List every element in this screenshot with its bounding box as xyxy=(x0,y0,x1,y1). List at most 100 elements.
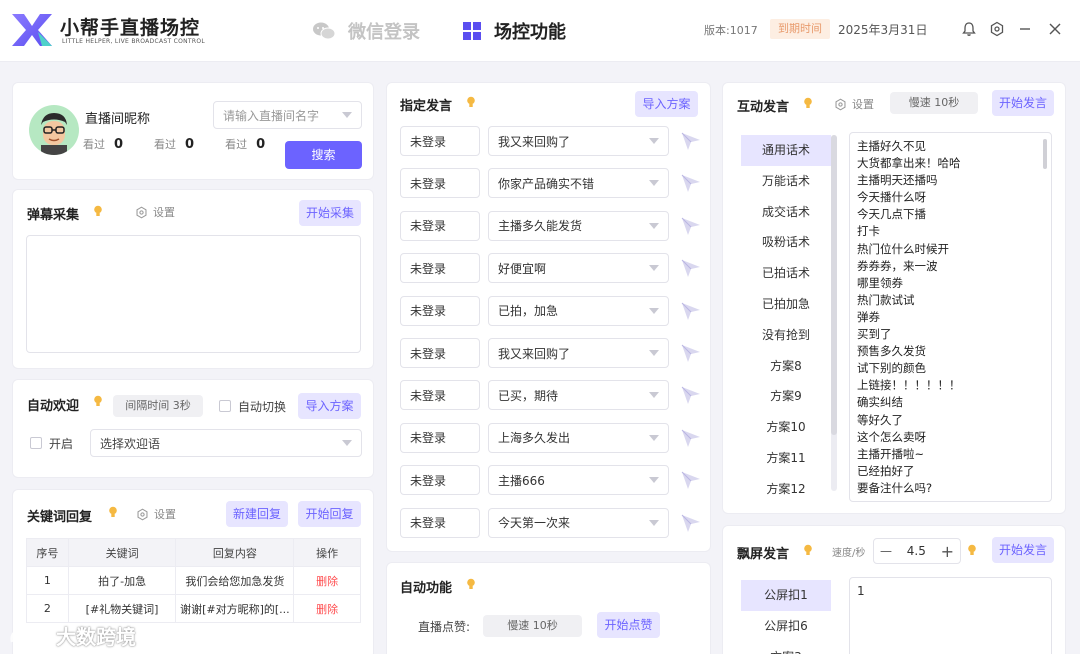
phrase-item[interactable]: 这个怎么卖呀 xyxy=(857,429,961,446)
message-select[interactable]: 今天第一次来 xyxy=(488,507,669,538)
login-status-field[interactable]: 未登录 xyxy=(400,295,480,326)
login-status-field[interactable]: 未登录 xyxy=(400,465,480,496)
start-collect-button[interactable]: 开始采集 xyxy=(299,200,361,226)
send-icon[interactable] xyxy=(680,301,702,321)
table-row[interactable]: 1 拍了-加急 我们会给您加急发货 删除 xyxy=(26,566,361,595)
phrase-item[interactable]: 打卡 xyxy=(857,223,961,240)
phrase-item[interactable]: 热门款试试 xyxy=(857,292,961,309)
delete-link[interactable]: 删除 xyxy=(293,594,361,623)
room-name-input[interactable]: 请输入直播间名字 xyxy=(213,101,362,129)
category-item[interactable]: 方案11 xyxy=(741,443,831,474)
message-select[interactable]: 主播666 xyxy=(488,465,669,496)
category-item[interactable]: 方案8 xyxy=(741,351,831,382)
scrollbar-thumb[interactable] xyxy=(831,135,837,435)
phrase-item[interactable]: 弹券 xyxy=(857,309,961,326)
minus-icon[interactable]: — xyxy=(880,544,892,558)
login-status-field[interactable]: 未登录 xyxy=(400,380,480,411)
phrase-item[interactable]: 确实纠结 xyxy=(857,394,961,411)
interactive-settings[interactable]: 设置 xyxy=(834,96,874,112)
bell-icon[interactable] xyxy=(960,20,978,38)
phrase-item[interactable]: 等好久了 xyxy=(857,412,961,429)
send-icon[interactable] xyxy=(680,343,702,363)
send-icon[interactable] xyxy=(680,258,702,278)
send-icon[interactable] xyxy=(680,385,702,405)
phrase-item[interactable]: 试下别的颜色 xyxy=(857,360,961,377)
message-select[interactable]: 已买，期待 xyxy=(488,380,669,411)
login-status-field[interactable]: 未登录 xyxy=(400,253,480,284)
login-status-field[interactable]: 未登录 xyxy=(400,338,480,368)
message-select[interactable]: 我又来回购了 xyxy=(488,338,669,368)
login-status-field[interactable]: 未登录 xyxy=(400,507,480,538)
send-icon[interactable] xyxy=(680,513,702,533)
welcome-select[interactable]: 选择欢迎语 xyxy=(90,429,362,457)
search-button[interactable]: 搜索 xyxy=(285,141,362,169)
phrase-item[interactable]: 主播好久不见 xyxy=(857,138,961,155)
phrase-item[interactable]: 券券券，来一波 xyxy=(857,258,961,275)
message-select[interactable]: 我又来回购了 xyxy=(488,126,669,156)
login-status-field[interactable]: 未登录 xyxy=(400,126,480,156)
category-item[interactable]: 通用话术 xyxy=(741,135,831,166)
screen-category-item[interactable]: 公屏扣6 xyxy=(741,611,831,642)
tab-wechat-login[interactable]: 微信登录 xyxy=(312,18,420,44)
category-item[interactable]: 方案9 xyxy=(741,381,831,412)
designated-import-button[interactable]: 导入方案 xyxy=(635,91,698,117)
keyword-settings[interactable]: 设置 xyxy=(136,506,176,522)
phrase-item[interactable]: 主播明天还播吗 xyxy=(857,172,961,189)
interactive-start-button[interactable]: 开始发言 xyxy=(992,90,1054,116)
message-select[interactable]: 已拍，加急 xyxy=(488,295,669,326)
send-icon[interactable] xyxy=(680,428,702,448)
phrase-item[interactable]: 主播开播啦~ xyxy=(857,446,961,463)
category-item[interactable]: 方案10 xyxy=(741,412,831,443)
phrase-item[interactable]: 哪里领券 xyxy=(857,275,961,292)
login-status-field[interactable]: 未登录 xyxy=(400,168,480,199)
welcome-interval[interactable]: 间隔时间 3秒 xyxy=(113,395,203,417)
enable-checkbox[interactable] xyxy=(30,437,42,449)
tab-control[interactable]: 场控功能 xyxy=(462,18,566,44)
category-item[interactable]: 已拍话术 xyxy=(741,258,831,289)
screen-start-button[interactable]: 开始发言 xyxy=(992,537,1054,563)
screen-category-item[interactable]: 公屏扣1 xyxy=(741,580,831,611)
phrase-item[interactable]: 今天几点下播 xyxy=(857,206,961,223)
message-select[interactable]: 你家产品确实不错 xyxy=(488,168,669,199)
minimize-icon[interactable] xyxy=(1016,20,1034,38)
category-item[interactable]: 万能话术 xyxy=(741,166,831,197)
phrase-item[interactable]: 大货都拿出来！哈哈 xyxy=(857,155,961,172)
danmu-settings[interactable]: 设置 xyxy=(135,204,175,220)
settings-icon[interactable] xyxy=(988,20,1006,38)
import-plan-button[interactable]: 导入方案 xyxy=(298,393,361,419)
start-like-button[interactable]: 开始点赞 xyxy=(597,612,660,638)
category-item[interactable]: 成交话术 xyxy=(741,197,831,228)
send-icon[interactable] xyxy=(680,131,702,151)
close-icon[interactable] xyxy=(1046,20,1064,38)
screen-content-box[interactable]: 1 xyxy=(849,577,1052,654)
auto-switch-checkbox[interactable] xyxy=(219,400,231,412)
message-select[interactable]: 主播多久能发货 xyxy=(488,210,669,241)
speed-stepper[interactable]: — 4.5 + xyxy=(873,538,961,564)
send-icon[interactable] xyxy=(680,173,702,193)
new-reply-button[interactable]: 新建回复 xyxy=(226,501,288,527)
phrase-item[interactable]: 买到了 xyxy=(857,326,961,343)
start-reply-button[interactable]: 开始回复 xyxy=(298,501,361,527)
phrase-box[interactable]: 主播好久不见 大货都拿出来！哈哈 主播明天还播吗 今天播什么呀 今天几点下播 打卡 热门位什… xyxy=(849,132,1052,502)
phrase-item[interactable]: 要备注什么吗? xyxy=(857,480,961,497)
message-select[interactable]: 好便宜啊 xyxy=(488,253,669,284)
phrase-item[interactable]: 上链接！！！！！！ xyxy=(857,377,961,394)
category-item[interactable]: 吸粉话术 xyxy=(741,227,831,258)
send-icon[interactable] xyxy=(680,216,702,236)
category-item[interactable]: 方案12 xyxy=(741,474,831,505)
danmu-area[interactable] xyxy=(26,235,361,353)
delete-link[interactable]: 删除 xyxy=(293,566,361,595)
phrase-item[interactable]: 热门位什么时候开 xyxy=(857,241,961,258)
category-item[interactable]: 没有抢到 xyxy=(741,320,831,351)
category-item[interactable]: 已拍加急 xyxy=(741,289,831,320)
login-status-field[interactable]: 未登录 xyxy=(400,422,480,453)
phrase-item[interactable]: 今天播什么呀 xyxy=(857,189,961,206)
plus-icon[interactable]: + xyxy=(941,542,954,561)
phrase-item[interactable]: 预售多久发货 xyxy=(857,343,961,360)
send-icon[interactable] xyxy=(680,470,702,490)
scrollbar-thumb[interactable] xyxy=(1043,139,1047,169)
screen-category-item[interactable]: 方案3 xyxy=(741,642,831,654)
login-status-field[interactable]: 未登录 xyxy=(400,210,480,241)
phrase-item[interactable]: 已经拍好了 xyxy=(857,463,961,480)
category-scrollbar[interactable] xyxy=(831,135,837,491)
